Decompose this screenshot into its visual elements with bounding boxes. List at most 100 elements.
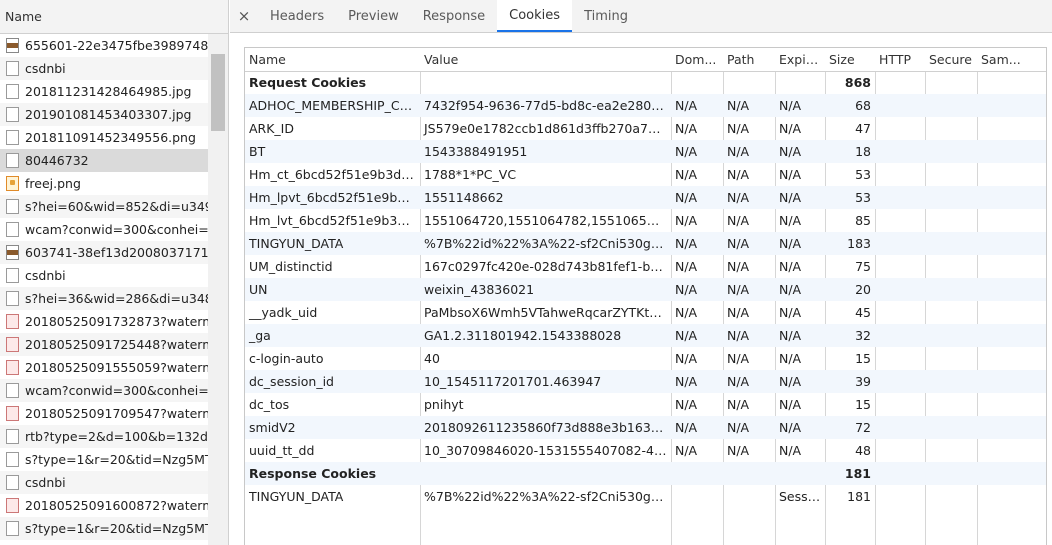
request-list-item[interactable]: 80446732	[0, 149, 208, 172]
cookie-cell: N/A	[671, 94, 723, 117]
cookie-cell: N/A	[675, 259, 698, 274]
empty-cell	[875, 232, 925, 255]
cookie-cell: %7B%22id%22%3A%22-sf2Cni530g%...	[424, 489, 671, 504]
column-header[interactable]: Size	[825, 48, 875, 72]
cookie-row[interactable]: BT 1543388491951 N/A N/A N/A 18	[245, 140, 1046, 163]
cookie-row[interactable]: dc_session_id 10_1545117201701.463947 N/A N…	[245, 370, 1046, 393]
empty-cell	[925, 393, 977, 416]
request-list-item[interactable]: rtb?type=2&d=100&b=132d2!	[0, 425, 208, 448]
request-list-item[interactable]: s?type=1&r=20&tid=Nzg5MTI	[0, 517, 208, 540]
request-list-item[interactable]: csdnbi	[0, 471, 208, 494]
cookie-cell: N/A	[671, 140, 723, 163]
cookie-cell: N/A	[723, 324, 775, 347]
empty-cell	[925, 370, 977, 393]
cookie-row[interactable]: ADHOC_MEMBERSHIP_CL... 7432f954-9636-77d5…	[245, 94, 1046, 117]
document-file-icon	[6, 475, 19, 490]
request-list-item[interactable]: wcam?conwid=300&conhei=2:	[0, 379, 208, 402]
cookie-row[interactable]: TINGYUN_DATA %7B%22id%22%3A%22-sf2Cni530g…	[245, 485, 1046, 508]
request-list-item[interactable]: 603741-38ef13d2008037171c7	[0, 241, 208, 264]
cookie-row[interactable]: TINGYUN_DATA %7B%22id%22%3A%22-sf2Cni530g…	[245, 232, 1046, 255]
cookie-row[interactable]: Hm_lvt_6bcd52f51e9b3dc... 1551064720,1551…	[245, 209, 1046, 232]
empty-cell	[925, 117, 977, 140]
cookie-cell: TINGYUN_DATA	[245, 232, 420, 255]
request-list-item[interactable]: freej.png	[0, 172, 208, 195]
column-header[interactable]: Sam...	[977, 48, 1046, 72]
cookie-row[interactable]: c-login-auto 40 N/A N/A N/A 15	[245, 347, 1046, 370]
column-header[interactable]: Value	[420, 48, 671, 72]
request-list-item[interactable]: wcam?conwid=300&conhei=2:	[0, 218, 208, 241]
request-list-item[interactable]: 655601-22e3475fbe398974860	[0, 34, 208, 57]
cookie-row[interactable]: __yadk_uid PaMbsoX6Wmh5VTahweRqcarZYTKtx2…	[245, 301, 1046, 324]
request-list-item[interactable]: 201811091452349556.png	[0, 126, 208, 149]
tab-headers[interactable]: Headers	[258, 0, 336, 32]
cookie-cell: N/A	[779, 167, 802, 182]
request-list-item[interactable]: csdnbi	[0, 264, 208, 287]
cookie-cell: N/A	[675, 121, 698, 136]
cookie-row[interactable]: Hm_lpvt_6bcd52f51e9b3d... 1551148662 N/A N/…	[245, 186, 1046, 209]
request-list-item[interactable]: s?hei=36&wid=286&di=u3486	[0, 287, 208, 310]
empty-cell	[925, 347, 977, 370]
request-name: 201901081453403307.jpg	[25, 107, 192, 122]
close-icon[interactable]: ×	[230, 0, 258, 32]
column-header[interactable]: HTTP	[875, 48, 925, 72]
cookie-row[interactable]: UM_distinctid 167c0297fc420e-028d743b81fe…	[245, 255, 1046, 278]
cookie-cell: 68	[825, 94, 875, 117]
cookie-cell: N/A	[723, 278, 775, 301]
empty-cell	[875, 439, 925, 462]
tab-preview[interactable]: Preview	[336, 0, 411, 32]
column-header[interactable]: Secure	[925, 48, 977, 72]
document-file-icon	[6, 452, 19, 467]
request-list-item[interactable]: 20180525091555059?watermark	[0, 356, 208, 379]
empty-cell	[977, 439, 1046, 462]
request-name: wcam?conwid=300&conhei=2:	[25, 222, 208, 237]
scrollbar-thumb[interactable]	[211, 54, 225, 131]
request-list-item[interactable]: s?hei=60&wid=852&di=u3491	[0, 195, 208, 218]
cookie-cell: 15	[855, 397, 871, 412]
empty-cell	[925, 232, 977, 255]
cookie-cell: N/A	[671, 232, 723, 255]
name-column-header[interactable]: Name	[0, 0, 228, 34]
cookie-cell: N/A	[779, 121, 802, 136]
cookie-row[interactable]: UN weixin_43836021 N/A N/A N/A 20	[245, 278, 1046, 301]
column-header[interactable]: Path	[723, 48, 775, 72]
cookie-row[interactable]: smidV2 2018092611235860f73d888e3b16304c..…	[245, 416, 1046, 439]
request-list-item[interactable]: csdnbi	[0, 57, 208, 80]
tab-timing[interactable]: Timing	[572, 0, 640, 32]
cookie-row[interactable]: dc_tos pnihyt N/A N/A N/A 15	[245, 393, 1046, 416]
cookie-cell: 15	[855, 351, 871, 366]
request-name: wcam?conwid=300&conhei=2:	[25, 383, 208, 398]
column-header[interactable]: Name	[245, 48, 420, 72]
cookie-cell: 53	[855, 167, 871, 182]
cookie-row[interactable]: ARK_ID JS579e0e1782ccb1d861d3ffb270a7be..…	[245, 117, 1046, 140]
cookie-row[interactable]: Hm_ct_6bcd52f51e9b3dce... 1788*1*PC_VC N/A…	[245, 163, 1046, 186]
request-list-item[interactable]: 20180525091600872?watermar	[0, 494, 208, 517]
empty-cell	[977, 416, 1046, 439]
request-list-item[interactable]: 20180525091725448?watermar	[0, 333, 208, 356]
request-name: 655601-22e3475fbe398974860	[25, 38, 208, 53]
cookie-cell: Hm_lpvt_6bcd52f51e9b3d...	[245, 186, 420, 209]
cookie-row[interactable]: _ga GA1.2.311801942.1543388028 N/A N/A N/A 32	[245, 324, 1046, 347]
tab-cookies[interactable]: Cookies	[497, 0, 573, 32]
empty-cell	[925, 163, 977, 186]
column-header[interactable]: Expir...	[775, 48, 825, 72]
cookie-cell: N/A	[779, 305, 802, 320]
tab-response[interactable]: Response	[411, 0, 497, 32]
request-list-scrollbar[interactable]	[208, 34, 228, 545]
empty-cell	[875, 140, 925, 163]
document-file-icon	[6, 521, 19, 536]
empty-cell	[875, 94, 925, 117]
cookie-cell: _ga	[245, 324, 420, 347]
request-list-item[interactable]: s?type=1&r=20&tid=Nzg5MTI	[0, 448, 208, 471]
cookie-cell: TINGYUN_DATA	[249, 489, 344, 504]
cookie-cell: N/A	[675, 397, 698, 412]
cookie-cell: N/A	[675, 305, 698, 320]
cookie-cell: %7B%22id%22%3A%22-sf2Cni530g%...	[420, 232, 671, 255]
request-list-item[interactable]: 201901081453403307.jpg	[0, 103, 208, 126]
request-list-item[interactable]: 20180525091709547?watermar	[0, 402, 208, 425]
request-list-item[interactable]: 201811231428464985.jpg	[0, 80, 208, 103]
request-list-item[interactable]: 20180525091732873?watermar	[0, 310, 208, 333]
empty-cell	[925, 255, 977, 278]
cookie-row[interactable]: uuid_tt_dd 10_30709846020-1531555407082-4…	[245, 439, 1046, 462]
cookie-cell: 1551148662	[420, 186, 671, 209]
column-header[interactable]: Dom...	[671, 48, 723, 72]
